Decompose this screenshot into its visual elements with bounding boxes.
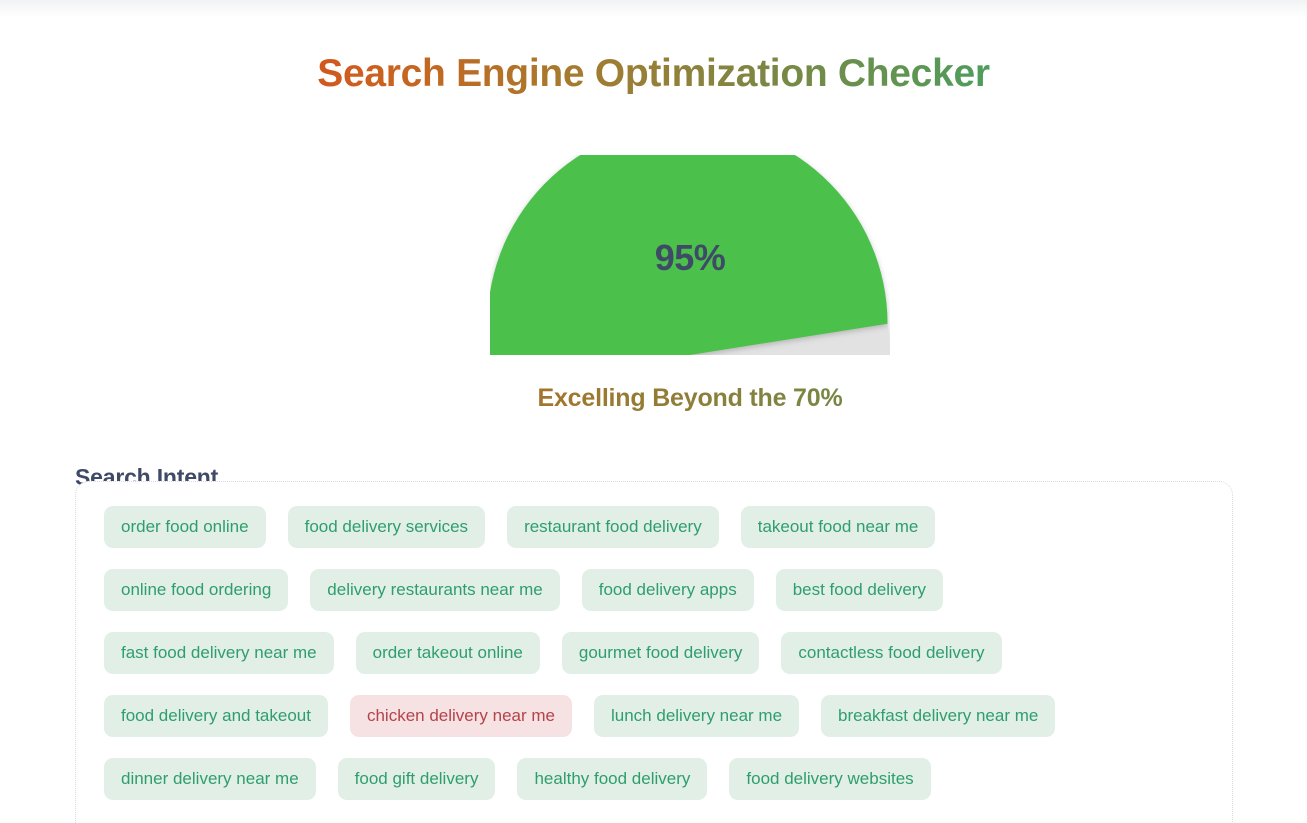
keyword-chip[interactable]: restaurant food delivery bbox=[507, 506, 719, 548]
keyword-chip-list: order food online food delivery services r… bbox=[104, 506, 1204, 800]
keyword-chip[interactable]: lunch delivery near me bbox=[594, 695, 800, 737]
keyword-chip[interactable]: delivery restaurants near me bbox=[310, 569, 560, 611]
keyword-chip[interactable]: order food online bbox=[104, 506, 266, 548]
keyword-chip[interactable]: food delivery and takeout bbox=[104, 695, 328, 737]
search-intent-card: order food online food delivery services r… bbox=[75, 481, 1233, 823]
keyword-chip-row: dinner delivery near me food gift deliver… bbox=[104, 758, 1204, 800]
keyword-chip[interactable]: order takeout online bbox=[355, 632, 540, 674]
keyword-chip[interactable]: breakfast delivery near me bbox=[821, 695, 1056, 737]
keyword-chip[interactable]: food delivery services bbox=[287, 506, 486, 548]
gauge-caption: Excelling Beyond the 70% bbox=[0, 381, 1307, 415]
keyword-chip[interactable]: fast food delivery near me bbox=[104, 632, 334, 674]
keyword-chip-row: fast food delivery near me order takeout … bbox=[104, 632, 1204, 674]
keyword-chip[interactable]: healthy food delivery bbox=[517, 758, 708, 800]
keyword-chip[interactable]: food delivery websites bbox=[729, 758, 931, 800]
keyword-chip[interactable]: takeout food near me bbox=[740, 506, 936, 548]
page-title: Search Engine Optimization Checker bbox=[0, 48, 1307, 100]
keyword-chip-row: order food online food delivery services r… bbox=[104, 506, 1204, 548]
keyword-chip[interactable]: food delivery apps bbox=[581, 569, 754, 611]
keyword-chip[interactable]: food gift delivery bbox=[337, 758, 496, 800]
gauge-value-label: 95% bbox=[654, 237, 726, 278]
top-gradient-strip bbox=[0, 0, 1307, 16]
keyword-chip[interactable]: dinner delivery near me bbox=[104, 758, 316, 800]
keyword-chip[interactable]: best food delivery bbox=[775, 569, 943, 611]
seo-checker-page: Search Engine Optimization Checker 95% E… bbox=[0, 0, 1307, 823]
keyword-chip[interactable]: contactless food delivery bbox=[781, 632, 1002, 674]
keyword-chip-row: online food ordering delivery restaurants… bbox=[104, 569, 1204, 611]
keyword-chip[interactable]: gourmet food delivery bbox=[561, 632, 760, 674]
keyword-chip[interactable]: chicken delivery near me bbox=[349, 695, 572, 737]
keyword-chip[interactable]: online food ordering bbox=[104, 569, 289, 611]
keyword-chip-row: food delivery and takeout chicken deliver… bbox=[104, 695, 1204, 737]
